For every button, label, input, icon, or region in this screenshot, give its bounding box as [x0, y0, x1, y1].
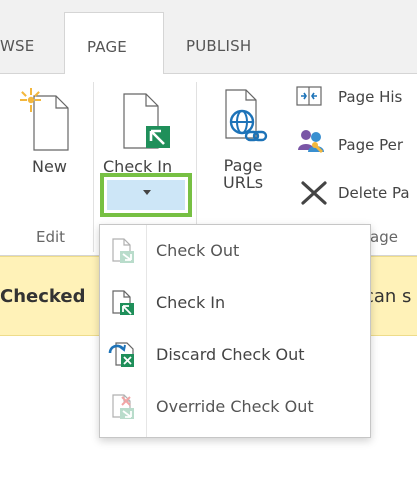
menu-item-label: Discard Check Out: [156, 345, 305, 364]
new-page-button[interactable]: [20, 86, 72, 160]
status-bar-text: Checked: [0, 286, 86, 307]
tab-page[interactable]: PAGE: [64, 12, 164, 75]
menu-item-discard-check-out[interactable]: Discard Check Out: [100, 331, 370, 379]
check-in-icon: [112, 290, 134, 315]
tab-browse[interactable]: WSE: [0, 37, 34, 55]
page-urls-label-line2: URLs: [223, 173, 264, 192]
page-urls-button[interactable]: [222, 88, 278, 158]
group-label-edit: Edit: [36, 228, 66, 246]
page-urls-icon: [225, 89, 268, 142]
tab-publish-label: PUBLISH: [186, 37, 252, 55]
discard-check-out-icon: [108, 342, 134, 367]
check-in-dropdown-arrow[interactable]: [100, 173, 192, 217]
page-permissions-button[interactable]: [296, 128, 326, 160]
new-label: New: [32, 157, 67, 176]
delete-page-button[interactable]: [300, 180, 328, 210]
page-urls-label-line1: Page: [223, 156, 263, 175]
delete-page-label[interactable]: Delete Pa: [338, 184, 410, 202]
check-in-button[interactable]: [118, 86, 178, 160]
page-urls-label: Page URLs: [223, 157, 263, 191]
menu-item-check-out[interactable]: Check Out: [100, 227, 370, 275]
ribbon-separator: [93, 82, 94, 252]
menu-item-label: Override Check Out: [156, 397, 314, 416]
tab-browse-label: WSE: [0, 37, 35, 55]
chevron-down-icon: [143, 190, 151, 195]
close-icon: [301, 181, 327, 205]
page-history-icon: [296, 86, 322, 106]
ribbon-tab-bar: WSE PAGE PUBLISH: [0, 0, 417, 75]
tab-publish[interactable]: PUBLISH: [186, 37, 251, 55]
status-bar-text-right: can s: [364, 286, 412, 307]
tab-page-label: PAGE: [87, 38, 127, 56]
page-permissions-icon: [298, 130, 324, 154]
page-history-label[interactable]: Page His: [338, 88, 402, 106]
check-in-large-icon: [123, 93, 170, 149]
menu-item-label: Check Out: [156, 241, 240, 260]
page-history-button[interactable]: [296, 85, 322, 113]
menu-item-check-in[interactable]: Check In: [100, 279, 370, 327]
dropdown-highlight: [107, 180, 185, 210]
check-in-dropdown-menu: Check Out Check In Discard Check Out Ove…: [99, 224, 371, 438]
group-label-manage: age: [370, 228, 398, 246]
menu-item-label: Check In: [156, 293, 226, 312]
menu-item-override-check-out[interactable]: Override Check Out: [100, 383, 370, 431]
check-out-icon: [112, 238, 134, 263]
override-check-out-icon: [112, 394, 134, 419]
new-page-icon: [20, 88, 69, 151]
page-permissions-label[interactable]: Page Per: [338, 136, 403, 154]
